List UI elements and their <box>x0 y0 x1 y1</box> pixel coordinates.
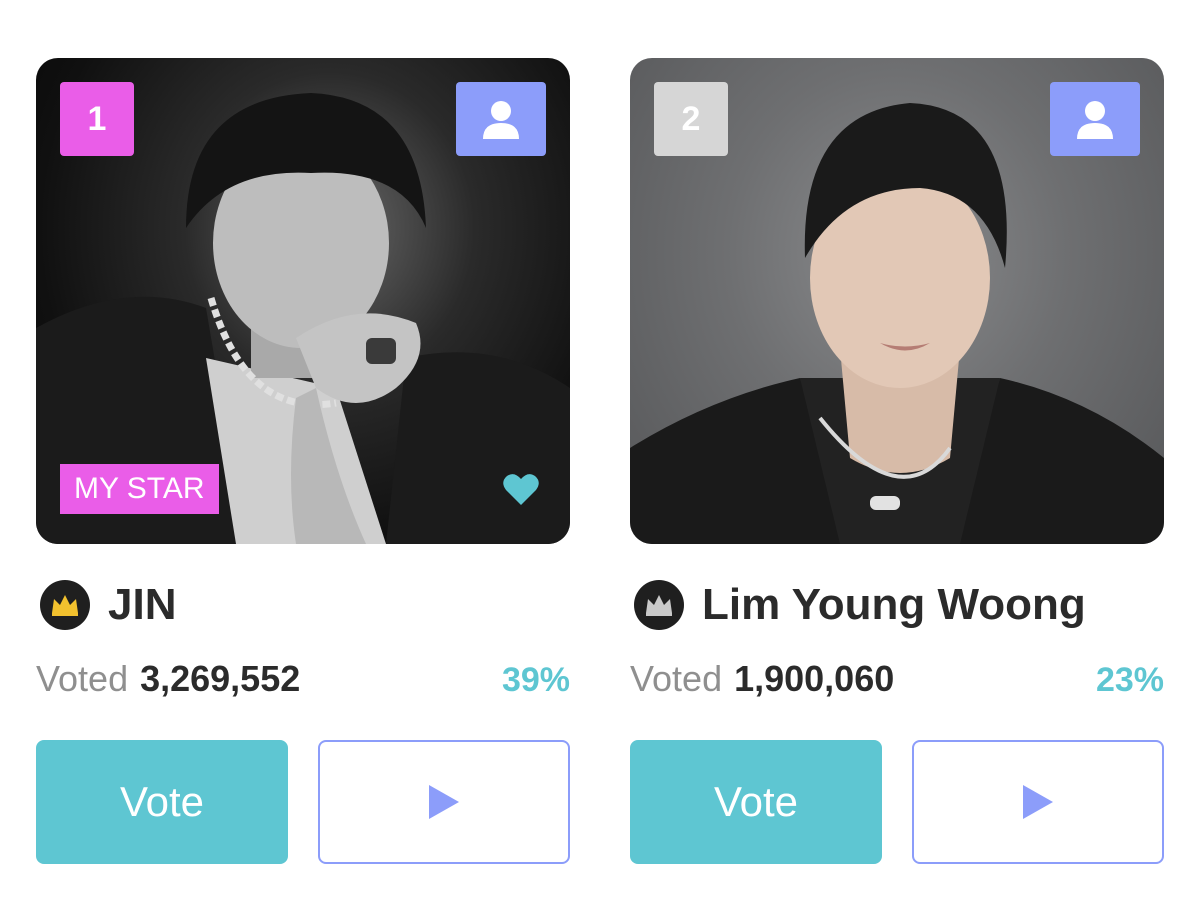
vote-button[interactable]: Vote <box>36 740 288 864</box>
play-button[interactable] <box>912 740 1164 864</box>
play-icon <box>1023 785 1053 819</box>
profile-button[interactable] <box>456 82 546 156</box>
vote-percent: 39% <box>501 661 570 699</box>
candidate-photo[interactable]: 2 <box>630 58 1164 544</box>
profile-button[interactable] <box>1050 82 1140 156</box>
candidate-photo[interactable]: 1 MY STAR <box>36 58 570 544</box>
vote-button[interactable]: Vote <box>630 740 882 864</box>
candidate-name-row: Lim Young Woong <box>630 580 1164 630</box>
rank-badge: 2 <box>654 82 728 156</box>
vote-stats: Voted 3,269,552 39% <box>36 658 570 700</box>
voted-label: Voted <box>36 658 129 699</box>
vote-percent: 23% <box>1095 661 1164 699</box>
user-icon <box>483 101 519 139</box>
action-buttons: Vote <box>630 740 1164 864</box>
voted-label: Voted <box>630 658 723 699</box>
play-icon <box>429 785 459 819</box>
vote-stats: Voted 1,900,060 23% <box>630 658 1164 700</box>
my-star-badge: MY STAR <box>60 464 219 514</box>
rank-badge: 1 <box>60 82 134 156</box>
vote-count: 1,900,060 <box>734 658 895 699</box>
user-icon <box>1077 101 1113 139</box>
candidate-name-row: JIN <box>36 580 570 630</box>
action-buttons: Vote <box>36 740 570 864</box>
play-button[interactable] <box>318 740 570 864</box>
vote-count: 3,269,552 <box>140 658 301 699</box>
silver-crown-icon <box>634 580 684 630</box>
candidate-card: 1 MY STAR JIN Voted 3,269,552 39% Vote <box>36 58 570 864</box>
candidate-name: Lim Young Woong <box>702 580 1086 629</box>
heart-icon[interactable] <box>502 472 540 511</box>
candidate-name: JIN <box>108 580 177 629</box>
gold-crown-icon <box>40 580 90 630</box>
candidate-card: 2 Lim Young Woong Voted 1,900,060 23% Vot… <box>630 58 1164 864</box>
